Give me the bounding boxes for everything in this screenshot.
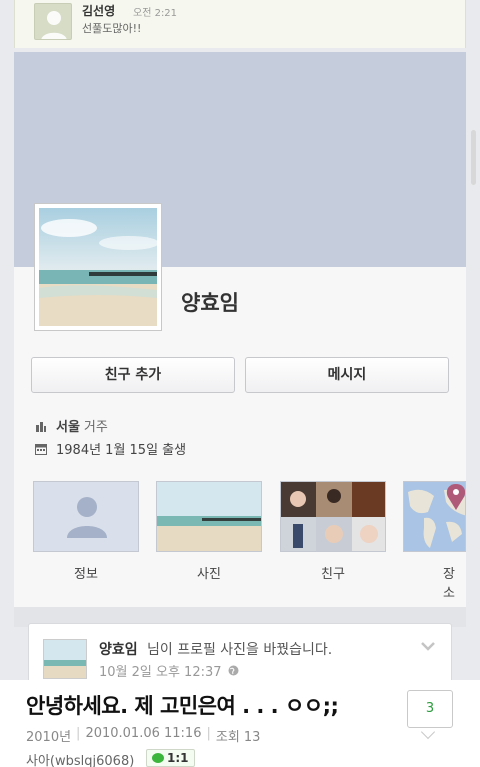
post-views: 조회 13 <box>215 730 261 745</box>
post-title: 안녕하세요. 제 고민은여 . . . ㅇㅇ;; <box>26 694 339 718</box>
city-icon <box>34 419 48 433</box>
message-button[interactable]: 메시지 <box>245 357 449 393</box>
birthday-text: 1984년 1월 15일 출생 <box>56 443 187 458</box>
post-datetime: 2010.01.06 11:16 <box>85 726 202 741</box>
commenter-avatar[interactable] <box>34 3 72 40</box>
post-meta: 2010년 | 2010.01.06 11:16 | 조회 13 <box>26 726 260 745</box>
story-text: 님이 프로필 사진을 바꿨습니다. <box>147 642 333 658</box>
commenter-name[interactable]: 김선영 <box>82 2 115 19</box>
person-silhouette-icon <box>67 497 107 538</box>
photos-tile-label: 사진 <box>197 567 221 582</box>
chevron-down-icon[interactable] <box>421 639 435 655</box>
friends-tile-label: 친구 <box>321 567 345 582</box>
map-thumbnail-image <box>404 482 465 551</box>
comment-count-button[interactable]: 3 <box>407 690 453 728</box>
chat-badge-label: 1:1 <box>167 751 189 765</box>
one-on-one-chat-badge[interactable]: 1:1 <box>146 749 195 767</box>
story-time-text[interactable]: 10월 2일 오후 12:37 <box>99 665 222 680</box>
beach-avatar-image <box>44 640 86 678</box>
globe-icon <box>228 665 239 680</box>
beach-photo-image <box>39 208 157 326</box>
city-suffix: 거주 <box>83 420 108 435</box>
post-author[interactable]: 사아(wbslqj6068) <box>26 750 134 767</box>
calendar-icon <box>34 442 48 456</box>
default-person-icon <box>41 11 67 39</box>
info-tile-label: 정보 <box>74 567 98 582</box>
post-year: 2010년 <box>26 730 72 745</box>
story-author-name[interactable]: 양효임 <box>99 639 138 659</box>
meta-divider: | <box>206 726 211 741</box>
beach-thumbnail-image <box>157 482 261 551</box>
scrollbar-thumb[interactable] <box>471 130 476 185</box>
city-name[interactable]: 서울 <box>56 416 80 435</box>
story-avatar[interactable] <box>43 639 87 679</box>
add-friend-button[interactable]: 친구 추가 <box>31 357 235 393</box>
chat-bubble-icon <box>152 753 164 763</box>
profile-photo[interactable] <box>34 203 162 331</box>
places-tile[interactable] <box>403 481 466 552</box>
info-tile[interactable] <box>33 481 139 552</box>
birthday-row: 1984년 1월 15일 출생 <box>34 439 186 458</box>
story-time: 10월 2일 오후 12:37 <box>99 661 239 680</box>
comment-time: 오전 2:21 <box>133 8 178 19</box>
friends-tile[interactable] <box>280 481 386 552</box>
comment-text: 선풀도많아!! <box>82 22 142 35</box>
friends-collage-image <box>281 482 385 551</box>
profile-name: 양효임 <box>181 291 239 315</box>
meta-divider: | <box>76 726 81 741</box>
city-row: 서울 거주 <box>34 416 108 435</box>
photos-tile[interactable] <box>156 481 262 552</box>
places-tile-label: 장소 <box>443 567 455 601</box>
